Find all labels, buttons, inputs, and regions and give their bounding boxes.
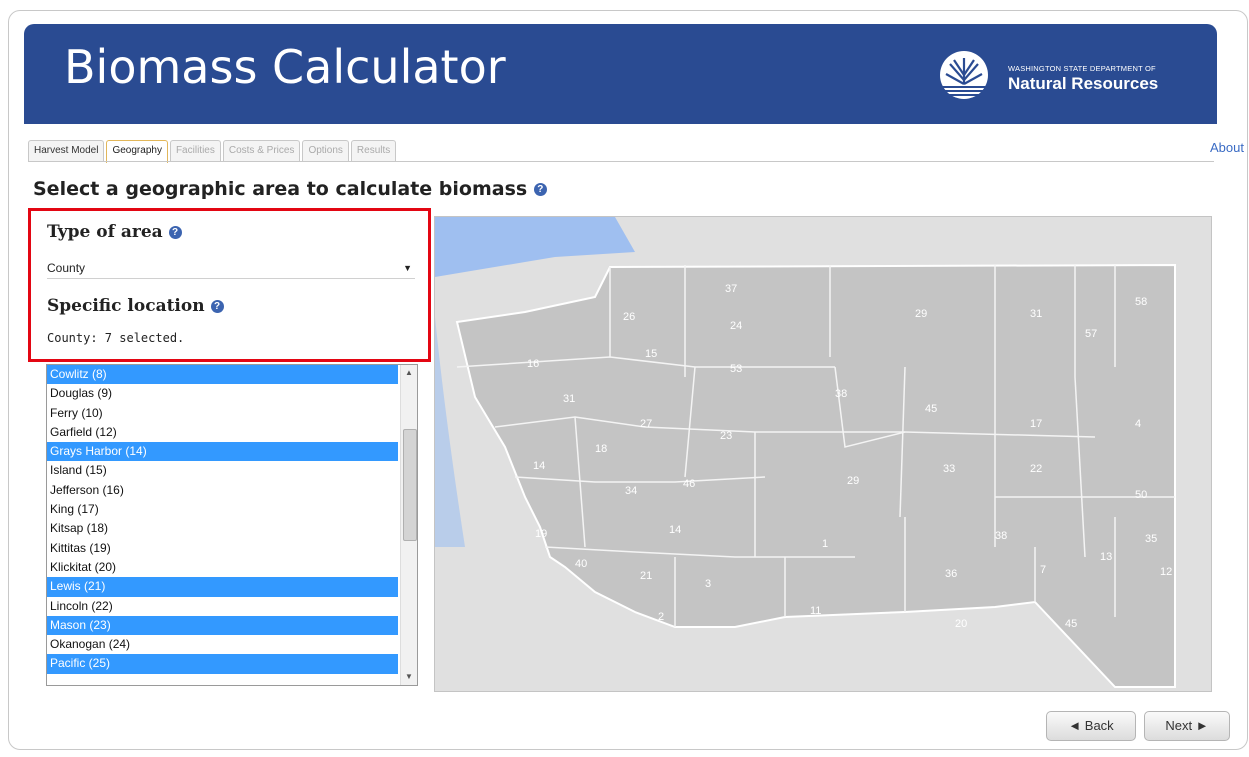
area-type-value: County	[47, 261, 86, 275]
county-number-label: 38	[835, 388, 847, 400]
tab-bar: Harvest Model Geography Facilities Costs…	[28, 140, 398, 163]
county-number-label: 57	[1085, 328, 1097, 340]
selection-summary: County: 7 selected.	[47, 331, 185, 345]
county-number-label: 11	[810, 605, 821, 617]
county-number-label: 45	[925, 403, 937, 415]
county-number-label: 35	[1145, 533, 1157, 545]
list-item[interactable]: Douglas (9)	[47, 384, 398, 403]
county-number-label: 16	[527, 358, 539, 370]
list-item[interactable]: Lewis (21)	[47, 577, 398, 597]
tab-divider	[28, 161, 1214, 162]
area-type-help-icon[interactable]: ?	[168, 226, 182, 239]
next-button[interactable]: Next ►	[1144, 711, 1230, 741]
tab-facilities: Facilities	[169, 140, 221, 161]
page-title-text: Select a geographic area to calculate bi…	[33, 178, 528, 200]
list-item[interactable]: Lincoln (22)	[47, 597, 398, 616]
county-number-label: 14	[533, 460, 545, 472]
list-item[interactable]: King (17)	[47, 500, 398, 519]
county-number-label: 34	[625, 485, 637, 497]
scroll-up-icon[interactable]: ▲	[401, 365, 417, 381]
county-number-label: 27	[640, 418, 652, 430]
county-number-label: 4	[1135, 418, 1141, 430]
location-label-text: Specific location	[47, 296, 205, 316]
county-number-label: 31	[1030, 308, 1042, 320]
location-label: Specific location ?	[47, 296, 224, 316]
tab-results: Results	[350, 140, 397, 161]
tab-costs-prices: Costs & Prices	[222, 140, 301, 161]
list-item[interactable]: Pacific (25)	[47, 654, 398, 674]
county-map[interactable]: 37 29 31 57 58 26 24 16 15 53 31 27 38 4…	[434, 216, 1212, 692]
tab-harvest-model[interactable]: Harvest Model	[28, 140, 105, 161]
county-number-label: 31	[563, 393, 575, 405]
county-number-label: 37	[725, 283, 737, 295]
county-number-label: 19	[535, 528, 547, 540]
county-number-label: 2	[658, 611, 664, 623]
list-item[interactable]: Kittitas (19)	[47, 539, 398, 558]
county-number-label: 46	[683, 478, 695, 490]
tab-options: Options	[302, 140, 349, 161]
county-number-label: 22	[1030, 463, 1042, 475]
list-item[interactable]: Mason (23)	[47, 615, 398, 636]
county-number-label: 53	[730, 363, 742, 375]
location-listbox[interactable]: Cowlitz (8) Douglas (9) Ferry (10) Garfi…	[46, 364, 418, 686]
county-number-label: 7	[1040, 564, 1046, 576]
county-number-label: 58	[1135, 296, 1147, 308]
area-type-label-text: Type of area	[47, 222, 163, 242]
county-number-label: 12	[1160, 566, 1172, 578]
county-number-label: 50	[1135, 489, 1147, 501]
county-number-label: 29	[915, 308, 927, 320]
area-type-select[interactable]: County ▼	[47, 258, 415, 279]
washington-map-svg[interactable]: 37 29 31 57 58 26 24 16 15 53 31 27 38 4…	[435, 217, 1211, 691]
app-title: Biomass Calculator	[64, 40, 506, 94]
list-item[interactable]: Jefferson (16)	[47, 481, 398, 500]
list-item[interactable]: Cowlitz (8)	[47, 365, 398, 385]
list-item[interactable]: Grays Harbor (14)	[47, 442, 398, 462]
county-number-label: 17	[1030, 418, 1042, 430]
tree-logo-icon	[940, 51, 988, 99]
listbox-scrollbar[interactable]: ▲ ▼	[400, 365, 417, 685]
county-number-label: 33	[943, 463, 955, 475]
county-number-label: 18	[595, 443, 607, 455]
list-item[interactable]: Kitsap (18)	[47, 519, 398, 538]
scroll-down-icon[interactable]: ▼	[401, 669, 417, 685]
county-number-label: 23	[720, 430, 732, 442]
agency-name: Natural Resources	[1008, 74, 1159, 93]
list-item[interactable]: Klickitat (20)	[47, 558, 398, 577]
list-item[interactable]: Okanogan (24)	[47, 635, 398, 654]
county-number-label: 3	[705, 578, 711, 590]
scroll-thumb[interactable]	[403, 429, 417, 541]
county-number-label: 15	[645, 348, 657, 360]
county-number-label: 29	[847, 475, 859, 487]
county-number-label: 21	[640, 570, 652, 582]
header-banner: Biomass Calculator WASHINGTON STATE DEPA…	[24, 24, 1217, 124]
county-number-label: 14	[669, 524, 681, 536]
location-help-icon[interactable]: ?	[210, 300, 224, 313]
county-number-label: 26	[623, 311, 635, 323]
page-title: Select a geographic area to calculate bi…	[33, 178, 547, 200]
county-number-label: 1	[822, 538, 828, 550]
agency-name-small: WASHINGTON STATE DEPARTMENT OF	[1008, 64, 1156, 73]
county-number-label: 13	[1100, 551, 1112, 563]
list-item[interactable]: Garfield (12)	[47, 423, 398, 442]
county-number-label: 24	[730, 320, 742, 332]
area-type-label: Type of area ?	[47, 222, 182, 242]
county-number-label: 36	[945, 568, 957, 580]
county-number-label: 38	[995, 530, 1007, 542]
back-button[interactable]: ◄ Back	[1046, 711, 1136, 741]
list-item[interactable]: Island (15)	[47, 461, 398, 480]
dropdown-arrow-icon: ▼	[403, 263, 412, 273]
county-number-label: 45	[1065, 618, 1077, 630]
county-number-label: 40	[575, 558, 587, 570]
help-icon[interactable]: ?	[533, 183, 547, 196]
about-link[interactable]: About	[1210, 140, 1244, 155]
tab-geography[interactable]: Geography	[106, 140, 168, 163]
county-number-label: 20	[955, 618, 967, 630]
list-item[interactable]: Ferry (10)	[47, 404, 398, 423]
